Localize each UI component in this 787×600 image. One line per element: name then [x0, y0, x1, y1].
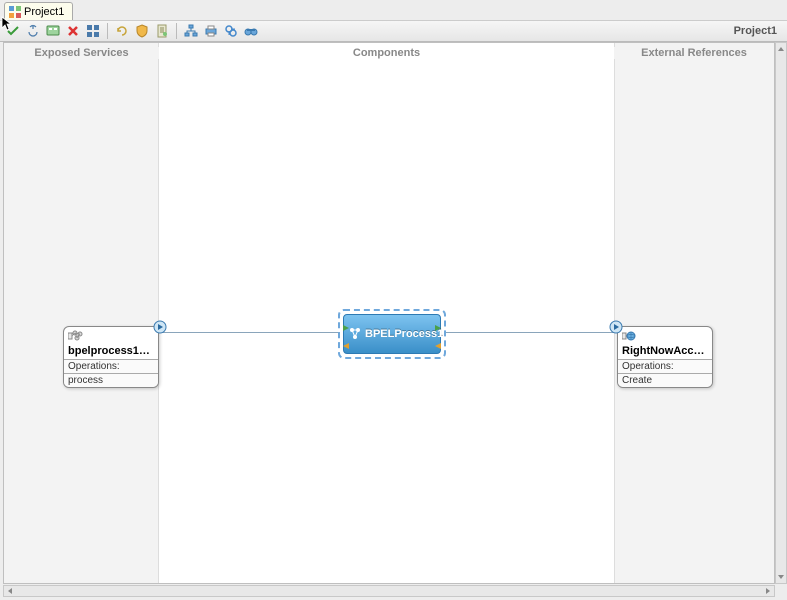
reference-input-port[interactable] [609, 320, 623, 334]
column-header-left: Exposed Services [4, 47, 159, 59]
layout-button[interactable] [182, 22, 200, 40]
wire-service-to-component[interactable] [159, 332, 340, 333]
vertical-scrollbar[interactable] [775, 42, 787, 584]
validate-button[interactable] [4, 22, 22, 40]
service-output-port[interactable] [153, 320, 167, 334]
scroll-right-icon[interactable] [762, 586, 774, 596]
tab-bar: Project1 [0, 0, 787, 20]
refresh-button[interactable] [113, 22, 131, 40]
print-button[interactable] [202, 22, 220, 40]
toolbar: Project1 [0, 20, 787, 42]
component-input-port[interactable] [341, 323, 351, 333]
column-header-right: External References [614, 47, 774, 59]
tab-label: Project1 [24, 6, 64, 18]
toolbar-separator [176, 23, 177, 39]
deploy-button[interactable] [84, 22, 102, 40]
palette-button[interactable] [44, 22, 62, 40]
swimlane-exposed-services [4, 43, 159, 583]
delete-button[interactable] [64, 22, 82, 40]
adapter-icon [622, 329, 638, 343]
scroll-down-icon[interactable] [776, 571, 786, 583]
component-output-port[interactable] [433, 323, 443, 333]
service-operations-label: Operations: [64, 359, 158, 373]
design-canvas[interactable]: Exposed Services Components External Ref… [4, 43, 774, 583]
canvas-wrap: Exposed Services Components External Ref… [3, 42, 775, 584]
reference-operation: Create [618, 373, 712, 387]
reference-operations-label: Operations: [618, 359, 712, 373]
exposed-service-node[interactable]: bpelprocess1_clie... Operations: process [63, 326, 159, 388]
wire-component-to-reference[interactable] [444, 332, 614, 333]
component-out-back[interactable] [341, 341, 351, 351]
bpel-component[interactable]: BPELProcess1 [338, 309, 446, 359]
find-button[interactable] [222, 22, 240, 40]
security-button[interactable] [133, 22, 151, 40]
test-button[interactable] [24, 22, 42, 40]
composite-icon [9, 6, 21, 18]
service-operation: process [64, 373, 158, 387]
column-header-middle: Components [159, 47, 614, 59]
toolbar-title: Project1 [734, 25, 783, 37]
scroll-up-icon[interactable] [776, 43, 786, 55]
tab-project[interactable]: Project1 [4, 2, 73, 20]
component-title: BPELProcess1 [365, 328, 443, 340]
reference-title: RightNowAccount... [618, 345, 712, 359]
policy-button[interactable] [153, 22, 171, 40]
horizontal-scrollbar[interactable] [3, 585, 775, 597]
service-title: bpelprocess1_clie... [64, 345, 158, 359]
component-in-back[interactable] [433, 341, 443, 351]
zoom-button[interactable] [242, 22, 260, 40]
web-service-icon [68, 329, 84, 343]
swimlane-external-references [614, 43, 774, 583]
toolbar-separator [107, 23, 108, 39]
external-reference-node[interactable]: RightNowAccount... Operations: Create [617, 326, 713, 388]
scroll-left-icon[interactable] [4, 586, 16, 596]
